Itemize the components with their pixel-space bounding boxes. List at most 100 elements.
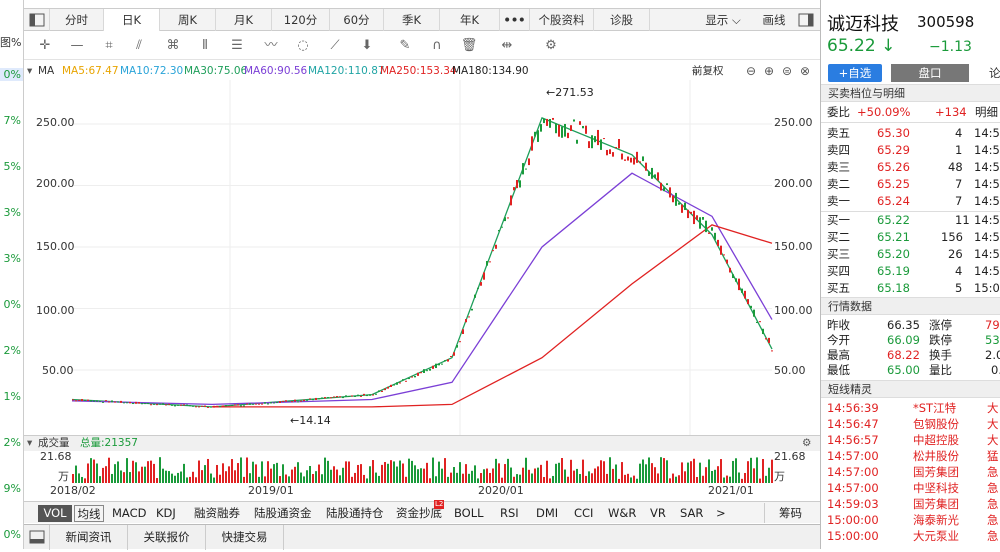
circle-tool-icon[interactable]: ◌: [294, 37, 312, 55]
display-menu[interactable]: 显示 ⌵: [692, 9, 754, 31]
tab-vr[interactable]: VR: [650, 505, 666, 522]
left-col-cell[interactable]: 7%: [0, 114, 23, 127]
tab-related-quotes[interactable]: 关联报价: [128, 525, 206, 550]
bars-tool-icon[interactable]: ⦀: [196, 37, 214, 55]
split-icon[interactable]: ⇹: [498, 37, 516, 55]
measure-tool-icon[interactable]: ⟋: [326, 37, 344, 55]
tab-stock-profile[interactable]: 个股资料: [530, 9, 594, 31]
candle: [294, 399, 296, 402]
candle: [75, 400, 77, 402]
link-tool-icon[interactable]: ⌘: [164, 37, 182, 55]
tab-diagnose[interactable]: 诊股: [594, 9, 650, 31]
tab-ma[interactable]: 均线: [74, 505, 104, 522]
ask-row[interactable]: 卖二 65.25 7 14:5: [821, 176, 1000, 193]
short-term-row[interactable]: 15:00:00 大元泵业 急: [821, 528, 1000, 545]
tab-rsi[interactable]: RSI: [500, 505, 519, 522]
tab-northbound-holdings[interactable]: 陆股通持仓: [326, 505, 384, 522]
ask-row[interactable]: 卖一 65.24 7 14:5: [821, 193, 1000, 210]
ask-row[interactable]: 卖三 65.26 48 14:5: [821, 159, 1000, 176]
short-term-row[interactable]: 14:57:00 中坚科技 急: [821, 480, 1000, 497]
left-col-cell[interactable]: 1%: [0, 390, 23, 403]
tab-vol[interactable]: VOL: [38, 505, 72, 522]
tab-quick-trade[interactable]: 快捷交易: [206, 525, 284, 550]
candle: [99, 400, 101, 402]
chips-button[interactable]: 筹码: [764, 503, 816, 523]
crosshair-icon[interactable]: ✛: [36, 37, 54, 55]
bid-row[interactable]: 买一 65.22 11 14:5: [821, 212, 1000, 229]
ma-legend-chevron-icon[interactable]: ▾: [27, 62, 32, 80]
left-col-cell[interactable]: 9%: [0, 482, 23, 495]
tab-monthly-k[interactable]: 月K: [216, 9, 272, 31]
tab-boll[interactable]: BOLL: [454, 505, 484, 522]
tab-kdj[interactable]: KDJ: [156, 505, 176, 522]
left-col-cell[interactable]: 0%: [0, 528, 23, 541]
pen-tool-icon[interactable]: ✎: [396, 37, 414, 55]
arrow-down-tool-icon[interactable]: ⬇: [358, 37, 376, 55]
tab-wr[interactable]: W&R: [608, 505, 636, 522]
close-circle-icon[interactable]: ⊗: [800, 62, 810, 80]
bid-row[interactable]: 买二 65.21 156 14:5: [821, 229, 1000, 246]
draw-line-button[interactable]: 画线: [754, 9, 794, 31]
volume-max-left: 21.68: [40, 450, 72, 463]
tab-macd[interactable]: MACD: [112, 505, 146, 522]
price-chart[interactable]: [24, 80, 820, 435]
plus-circle-icon[interactable]: ⊕: [764, 62, 774, 80]
tab-order-book[interactable]: 盘口: [891, 64, 969, 82]
sidebar-toggle-icon[interactable]: [24, 9, 50, 31]
tab-quarter-k[interactable]: 季K: [384, 9, 440, 31]
tab-daily-k[interactable]: 日K: [104, 9, 160, 31]
more-button[interactable]: •••: [500, 9, 530, 31]
ask-row[interactable]: 卖四 65.29 1 14:5: [821, 142, 1000, 159]
bid-row[interactable]: 买三 65.20 26 14:5: [821, 246, 1000, 263]
left-col-cell[interactable]: 2%: [0, 344, 23, 357]
fan-tool-icon[interactable]: ⫽: [130, 37, 148, 55]
left-col-cell[interactable]: 3%: [0, 252, 23, 265]
collapse-icon[interactable]: ⊜: [782, 62, 792, 80]
volume-chevron-icon[interactable]: ▾: [27, 436, 32, 451]
short-term-row[interactable]: 14:59:03 国芳集团 急: [821, 496, 1000, 513]
tab-margin[interactable]: 融资融券: [194, 505, 240, 522]
tab-weekly-k[interactable]: 周K: [160, 9, 216, 31]
minus-circle-icon[interactable]: ⊖: [746, 62, 756, 80]
short-term-row[interactable]: 14:57:00 松井股份 猛: [821, 448, 1000, 465]
panel-toggle-icon[interactable]: [794, 9, 818, 31]
ask-row[interactable]: 卖五 65.30 4 14:5: [821, 125, 1000, 142]
left-col-cell[interactable]: 2%: [0, 436, 23, 449]
volume-bar: [690, 461, 692, 483]
expand-panel-icon[interactable]: [24, 525, 50, 550]
tab-news[interactable]: 新闻资讯: [50, 525, 128, 550]
short-term-row[interactable]: 14:56:57 中超控股 大: [821, 432, 1000, 449]
add-watchlist-button[interactable]: +自选: [828, 64, 882, 82]
volume-settings-gear-icon[interactable]: ⚙: [802, 436, 811, 451]
line-tool-icon[interactable]: —: [68, 37, 86, 55]
tab-dmi[interactable]: DMI: [536, 505, 558, 522]
short-term-row[interactable]: 14:57:00 国芳集团 急: [821, 464, 1000, 481]
short-term-row[interactable]: 14:56:47 包钢股份 大: [821, 416, 1000, 433]
short-term-row[interactable]: 14:56:39 *ST江特 大: [821, 400, 1000, 417]
crop-tool-icon[interactable]: ⌗: [100, 37, 118, 55]
candle: [381, 390, 383, 392]
left-col-cell[interactable]: 0%: [0, 298, 23, 311]
tab-60min[interactable]: 60分: [330, 9, 384, 31]
tab-year-k[interactable]: 年K: [440, 9, 500, 31]
volume-bar: [417, 469, 419, 483]
left-col-cell[interactable]: 0%: [0, 68, 23, 81]
settings-gear-icon[interactable]: ⚙: [542, 37, 560, 55]
tab-sar[interactable]: SAR: [680, 505, 703, 522]
tab-120min[interactable]: 120分: [272, 9, 330, 31]
tab-discussion[interactable]: 论: [989, 64, 1000, 82]
left-col-cell[interactable]: 5%: [0, 160, 23, 173]
tab-timeshare[interactable]: 分时: [50, 9, 104, 31]
bid-row[interactable]: 买四 65.19 4 14:5: [821, 263, 1000, 280]
left-col-cell[interactable]: 3%: [0, 206, 23, 219]
volume-chart[interactable]: [24, 451, 820, 483]
tabs-next-button[interactable]: >: [716, 505, 726, 522]
tab-northbound-funds[interactable]: 陆股通资金: [254, 505, 312, 522]
wave-tool-icon[interactable]: 〰: [262, 37, 280, 55]
tab-cci[interactable]: CCI: [574, 505, 593, 522]
bid-row[interactable]: 买五 65.18 5 15:0: [821, 280, 1000, 297]
fib-tool-icon[interactable]: ☰: [228, 37, 246, 55]
trash-icon[interactable]: 🗑: [460, 37, 478, 55]
magnet-icon[interactable]: ∩: [428, 37, 446, 55]
short-term-row[interactable]: 15:00:00 海泰新光 急: [821, 512, 1000, 529]
